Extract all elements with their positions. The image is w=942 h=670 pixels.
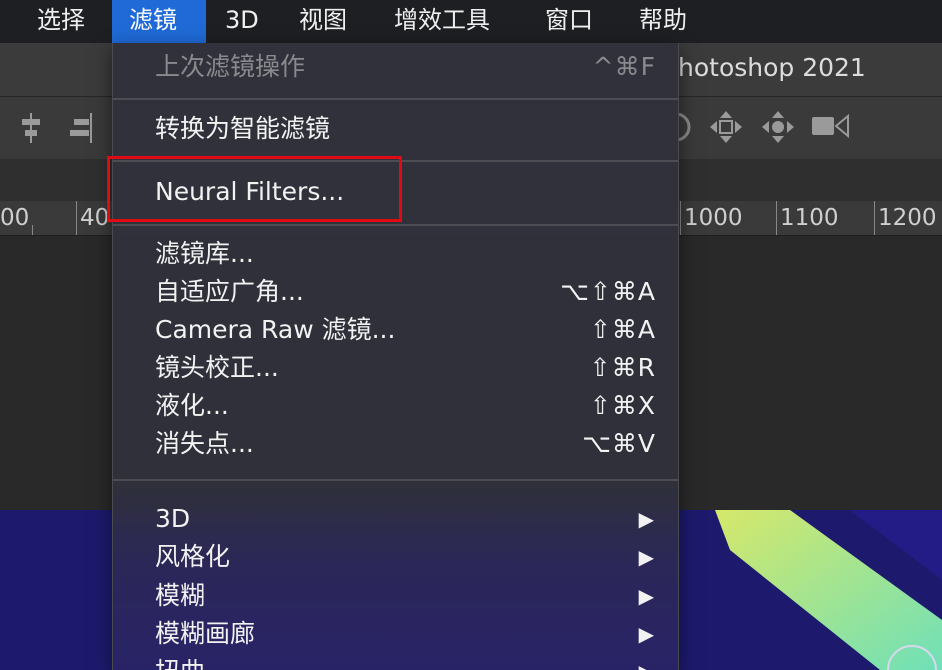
menu-item-distort-submenu[interactable]: 扭曲 ▶ [113,653,678,670]
ruler-label: 1100 [780,205,839,231]
menu-item-adaptive-wide-angle[interactable]: 自适应广角... ⌥⇧⌘A [113,273,678,311]
menu-item-shortcut: ⌥⌘V [582,429,656,458]
menu-item-label: 上次滤镜操作 [155,52,306,81]
filter-menu: 上次滤镜操作 ^⌘F 转换为智能滤镜 Neural Filters... 滤镜库… [112,43,679,670]
ruler-label: 1200 [878,205,937,231]
video-camera-icon[interactable] [812,113,850,143]
menu-item-lens-correction[interactable]: 镜头校正... ⇧⌘R [113,349,678,387]
ruler-tick [680,201,681,235]
menu-item-label: 扭曲 [155,653,205,670]
ruler-tick [32,225,33,235]
menu-item-label: Neural Filters... [155,177,345,206]
menu-help[interactable]: 帮助 [622,0,704,43]
menu-window[interactable]: 窗口 [528,0,610,43]
menu-plugins[interactable]: 增效工具 [377,0,507,43]
menu-select[interactable]: 选择 [20,0,102,43]
window-title: hotoshop 2021 [678,53,866,82]
menu-item-label: 模糊 [155,581,206,610]
ruler-label: 40 [80,205,110,231]
ruler-tick [76,201,77,235]
menu-item-shortcut: ⇧⌘A [589,315,656,344]
menu-separator [113,479,678,481]
menu-item-label: 风格化 [155,542,231,571]
menu-item-vanishing-point[interactable]: 消失点... ⌥⌘V [113,425,678,463]
menu-item-filter-gallery[interactable]: 滤镜库... [113,235,678,273]
menu-view[interactable]: 视图 [282,0,364,43]
ruler-label: 1000 [684,205,743,231]
menu-item-last-filter[interactable]: 上次滤镜操作 ^⌘F [113,48,678,86]
pan-3d-icon[interactable] [708,109,744,149]
menu-item-camera-raw[interactable]: Camera Raw 滤镜... ⇧⌘A [113,311,678,349]
menu-item-shortcut: ⌥⇧⌘A [560,277,656,306]
align-center-icon[interactable] [18,113,44,147]
menu-3d[interactable]: 3D [208,0,276,43]
menu-item-3d-submenu[interactable]: 3D ▶ [113,500,678,538]
ruler-tick [776,201,777,235]
submenu-arrow-icon: ▶ [638,622,654,646]
align-right-icon[interactable] [68,113,94,147]
menu-item-neural-filters[interactable]: Neural Filters... [113,173,678,211]
menu-item-shortcut: ⇧⌘R [589,353,656,382]
menu-item-label: Camera Raw 滤镜... [155,315,396,344]
menu-item-label: 3D [155,504,191,533]
menu-bar: 选择 滤镜 3D 视图 增效工具 窗口 帮助 [0,0,942,43]
submenu-arrow-icon: ▶ [639,653,654,670]
menu-item-label: 液化... [155,391,229,420]
menu-separator [113,224,678,226]
menu-item-label: 滤镜库... [155,239,254,268]
menu-item-blur-submenu[interactable]: 模糊 ▶ [113,577,678,615]
menu-item-convert-smart-filters[interactable]: 转换为智能滤镜 [113,110,678,148]
ruler-label: 00 [0,205,30,231]
menu-filter[interactable]: 滤镜 [112,0,206,43]
menu-separator [113,98,678,100]
submenu-arrow-icon: ▶ [638,584,654,608]
ruler-tick [874,201,875,235]
menu-item-stylize-submenu[interactable]: 风格化 ▶ [113,538,678,576]
menu-item-blur-gallery-submenu[interactable]: 模糊画廊 ▶ [113,615,678,653]
submenu-arrow-icon: ▶ [638,545,654,569]
menu-item-shortcut: ^⌘F [592,52,656,81]
submenu-arrow-icon: ▶ [638,507,654,531]
menu-item-label: 镜头校正... [155,353,279,382]
menu-item-label: 消失点... [155,429,254,458]
menu-item-label: 转换为智能滤镜 [155,114,331,143]
menu-item-label: 自适应广角... [155,277,304,306]
menu-item-shortcut: ⇧⌘X [589,391,656,420]
menu-separator [113,160,678,162]
menu-item-label: 模糊画廊 [155,619,256,648]
move-3d-icon[interactable] [760,109,796,149]
menu-item-liquify[interactable]: 液化... ⇧⌘X [113,387,678,425]
